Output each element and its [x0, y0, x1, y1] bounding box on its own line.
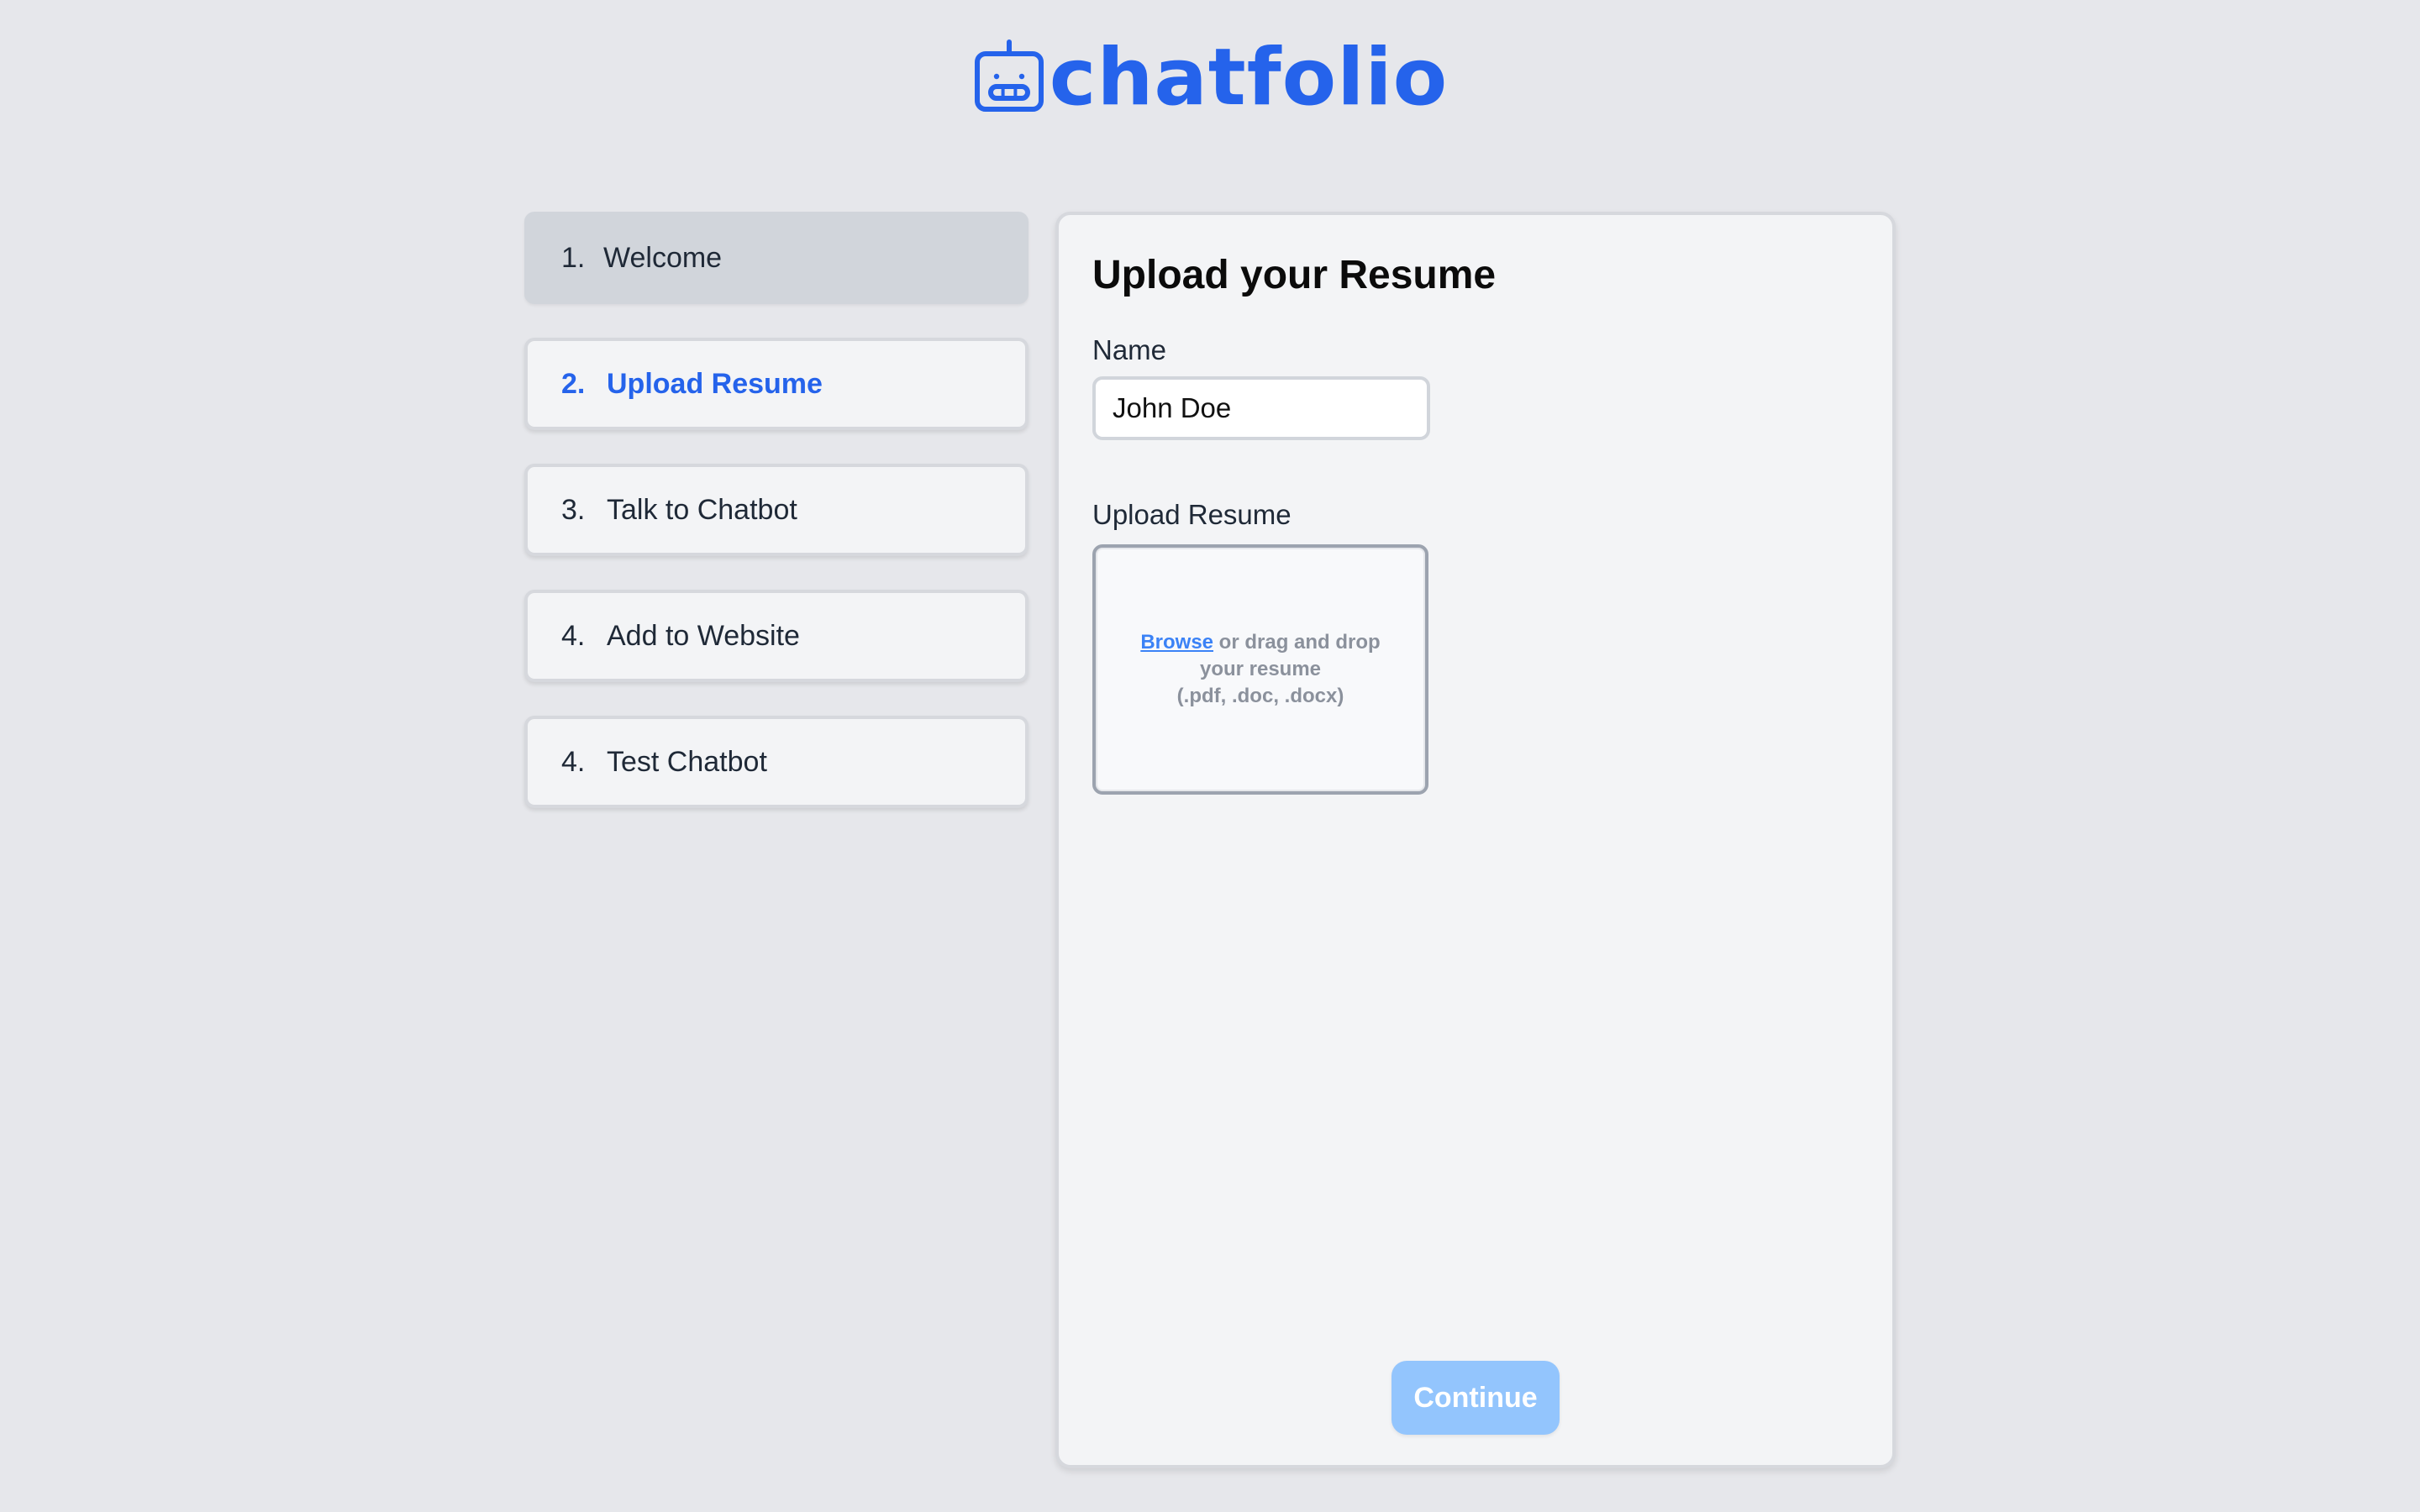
- app-header: chatfolio: [0, 32, 2420, 123]
- step-number: 1.: [561, 241, 586, 274]
- steps-sidebar: 1. Welcome 2. Upload Resume 3. Talk to C…: [524, 212, 1028, 842]
- step-label: Upload Resume: [607, 367, 823, 400]
- upload-resume-label: Upload Resume: [1092, 499, 1292, 530]
- step-talk-to-chatbot[interactable]: 3. Talk to Chatbot: [524, 464, 1028, 556]
- browse-link[interactable]: Browse: [1140, 631, 1213, 654]
- step-number: 2.: [561, 367, 586, 400]
- step-label: Welcome: [603, 241, 723, 274]
- step-label: Test Chatbot: [607, 745, 767, 778]
- step-number: 4.: [561, 745, 586, 778]
- robot-icon: [974, 39, 1044, 112]
- step-test-chatbot[interactable]: 4. Test Chatbot: [524, 716, 1028, 808]
- accepted-formats: (.pdf, .doc, .docx): [1176, 685, 1344, 707]
- name-label: Name: [1092, 334, 1167, 365]
- name-input[interactable]: [1092, 376, 1430, 440]
- step-number: 3.: [561, 493, 586, 526]
- page-title: Upload your Resume: [1092, 253, 1497, 297]
- brand-logo[interactable]: chatfolio: [972, 32, 1449, 123]
- step-upload-resume[interactable]: 2. Upload Resume: [524, 338, 1028, 430]
- step-label: Talk to Chatbot: [607, 493, 797, 526]
- step-number: 4.: [561, 619, 586, 652]
- step-label: Add to Website: [607, 619, 800, 652]
- drag-drop-text: or drag and drop: [1213, 631, 1381, 654]
- dropzone-line-2: your resume: [1199, 658, 1322, 680]
- continue-button[interactable]: Continue: [1392, 1361, 1560, 1435]
- step-add-to-website[interactable]: 4. Add to Website: [524, 590, 1028, 682]
- resume-dropzone[interactable]: Browse or drag and drop your resume (.pd…: [1092, 544, 1428, 795]
- step-welcome[interactable]: 1. Welcome: [524, 212, 1028, 304]
- dropzone-line-1: Browse or drag and drop: [1140, 629, 1380, 656]
- upload-resume-card: Upload your Resume Name Upload Resume Br…: [1055, 212, 1896, 1468]
- brand-name: chatfolio: [1049, 32, 1449, 123]
